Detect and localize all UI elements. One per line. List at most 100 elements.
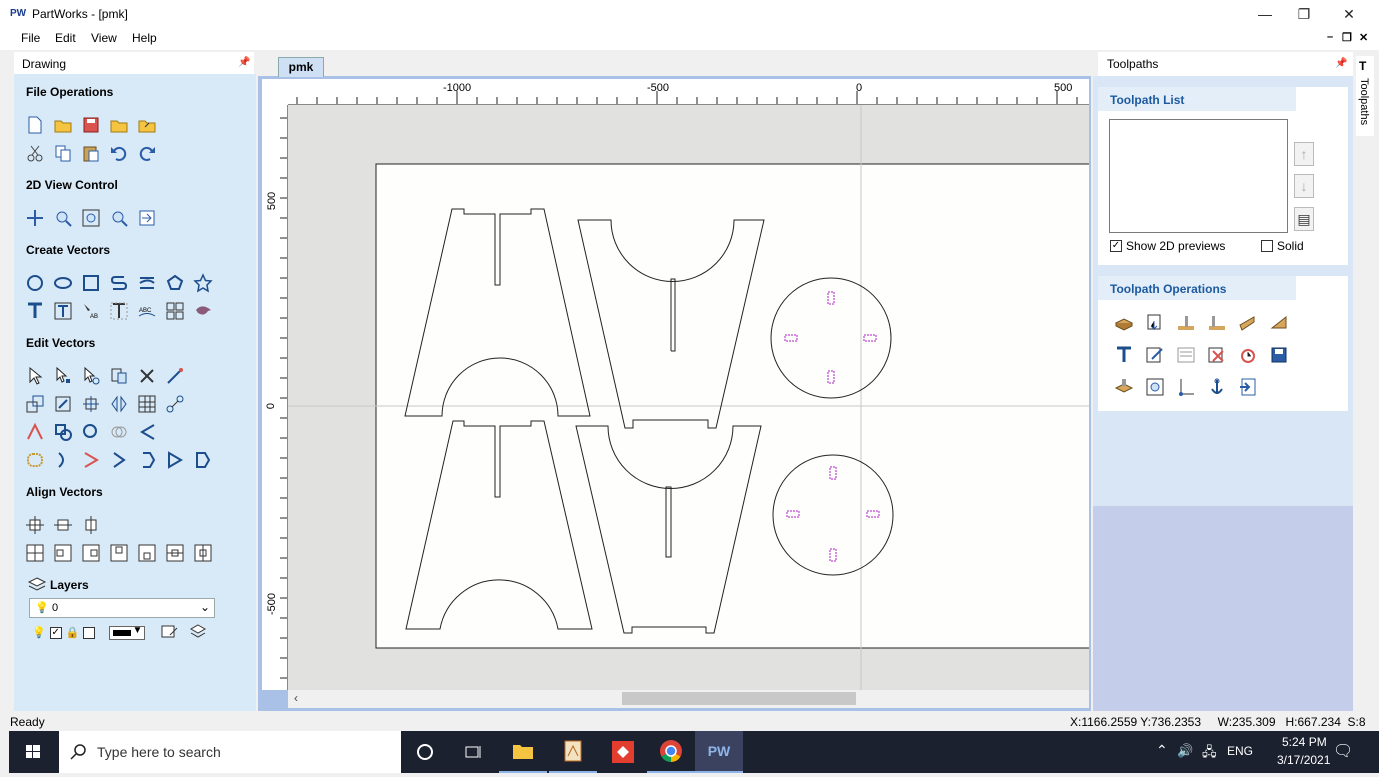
pin-icon[interactable]: 📌 [1335,58,1347,69]
maximize-button[interactable]: ❐ [1281,0,1327,28]
material-setup-icon[interactable] [1113,312,1135,334]
set-origin-icon[interactable] [1175,376,1197,398]
solid-checkbox[interactable]: Solid [1261,239,1304,253]
ellipse-icon[interactable] [52,272,74,294]
show-2d-previews-checkbox[interactable]: ✓ Show 2D previews [1110,239,1225,253]
mdi-close-button[interactable]: ✕ [1359,31,1368,44]
text-arc-icon[interactable] [108,300,130,322]
align-h-center-box-icon[interactable] [164,542,186,564]
layer-properties-icon[interactable] [161,623,179,642]
align-v-center-box-icon[interactable] [192,542,214,564]
edit-toolpath-icon[interactable] [1144,344,1166,366]
node-edit-icon[interactable] [52,365,74,387]
job-setup-icon[interactable] [1144,312,1166,334]
scale-icon[interactable] [24,393,46,415]
save-file-icon[interactable] [80,114,102,136]
toolpath-template-icon[interactable] [1175,344,1197,366]
toolpaths-side-tab[interactable]: T Toolpaths [1356,56,1374,136]
cut-icon[interactable] [24,142,46,164]
tab-icon[interactable] [164,449,186,471]
align-right-icon[interactable] [80,542,102,564]
extend-icon[interactable] [80,449,102,471]
align-vertical-center-icon[interactable] [80,514,102,536]
scroll-left-icon[interactable]: ‹ [294,691,298,705]
intersect-icon[interactable] [108,421,130,443]
zoom-box-icon[interactable] [108,207,130,229]
move-icon[interactable] [108,365,130,387]
anydesk-icon[interactable] [599,731,647,773]
text-along-path-icon[interactable]: ABC [136,300,158,322]
redo-icon[interactable] [136,142,158,164]
bridge-icon[interactable] [192,449,214,471]
layer-manager-icon[interactable] [189,623,207,642]
text-toolpath-icon[interactable] [1113,344,1135,366]
copy-icon[interactable] [52,142,74,164]
layer-dropdown[interactable]: 💡 0 ⌄ [29,598,215,618]
menu-file[interactable]: File [21,31,40,45]
menu-help[interactable]: Help [132,31,157,45]
document-app-icon[interactable] [549,731,597,773]
close-vector-icon[interactable] [108,449,130,471]
weld-icon[interactable] [52,421,74,443]
join-icon[interactable] [164,393,186,415]
volume-icon[interactable]: 🔊 [1177,743,1193,777]
network-icon[interactable]: 🖧 [1202,743,1217,777]
layer-visible-checkbox[interactable]: ✓ [49,626,62,639]
notification-icon[interactable]: 🗨 [1333,741,1353,777]
curve-icon[interactable] [136,272,158,294]
rectangle-icon[interactable] [80,272,102,294]
layer-lock-checkbox[interactable] [83,626,96,639]
pan-icon[interactable] [24,207,46,229]
paste-icon[interactable] [80,142,102,164]
star-icon[interactable] [192,272,214,294]
undo-icon[interactable] [108,142,130,164]
preview-toolpath-icon[interactable] [1113,376,1135,398]
drilling-toolpath-icon[interactable] [1237,312,1259,334]
polygon-icon[interactable] [164,272,186,294]
export-toolpath-icon[interactable] [1237,376,1259,398]
menu-view[interactable]: View [91,31,117,45]
horizontal-scrollbar[interactable]: ‹ [288,690,1089,708]
task-view-icon[interactable] [449,731,497,773]
mirror-shape-icon[interactable] [108,393,130,415]
align-top-icon[interactable] [108,542,130,564]
measure-icon[interactable] [164,365,186,387]
interactive-transform-icon[interactable] [80,365,102,387]
drawing-canvas[interactable] [288,105,1089,690]
zoom-icon[interactable] [52,207,74,229]
import-icon[interactable] [108,114,130,136]
text-on-curve-icon[interactable]: AB [80,300,102,322]
cortana-icon[interactable] [401,731,449,773]
subtract-icon[interactable] [80,421,102,443]
offset-icon[interactable] [24,449,46,471]
time-estimate-icon[interactable] [1237,344,1259,366]
toolpath-summary-button[interactable]: ▤ [1294,207,1314,231]
new-file-icon[interactable] [24,114,46,136]
tab-pmk[interactable]: pmk [278,57,324,77]
vcarve-toolpath-icon[interactable] [1268,312,1290,334]
pin-icon[interactable]: 📌 [238,57,250,68]
size-icon[interactable] [52,393,74,415]
pocket-toolpath-icon[interactable] [1206,312,1228,334]
select-icon[interactable] [24,365,46,387]
array-icon[interactable] [164,300,186,322]
zoom-fit-toolpath-icon[interactable] [1144,376,1166,398]
align-center-icon[interactable] [24,514,46,536]
delete-toolpath-icon[interactable] [1206,344,1228,366]
fillet-icon[interactable] [136,421,158,443]
profile-toolpath-icon[interactable] [1175,312,1197,334]
align-horizontal-center-icon[interactable] [52,514,74,536]
trim-icon[interactable] [24,421,46,443]
menu-edit[interactable]: Edit [55,31,76,45]
taskbar-search-box[interactable]: Type here to search [59,731,401,773]
anchor-icon[interactable] [1206,376,1228,398]
center-in-material-icon[interactable] [24,542,46,564]
file-explorer-icon[interactable] [499,731,547,773]
mirror-icon[interactable] [136,365,158,387]
chrome-icon[interactable] [647,731,695,773]
lock-icon[interactable]: 🔒 [66,626,80,639]
align-bottom-icon[interactable] [136,542,158,564]
layer-visible-icon[interactable]: 💡 [32,626,46,639]
partworks-taskbar-button[interactable]: PW [695,731,743,773]
rotate-icon[interactable] [80,393,102,415]
